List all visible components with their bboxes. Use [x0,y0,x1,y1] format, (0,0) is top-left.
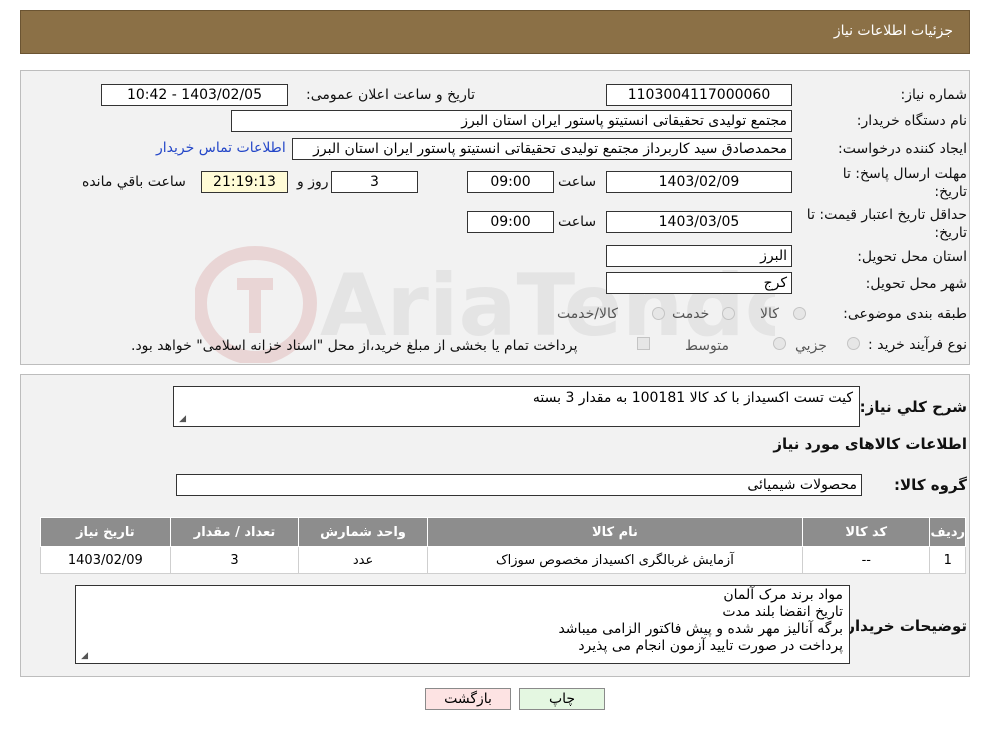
need-number-label: شماره نیاز: [900,87,968,103]
remaining-label: ساعت باقي مانده [82,174,186,190]
items-section-title: اطلاعات کالاهای مورد نياز [773,435,967,453]
creator-label: ایجاد کننده درخواست: [838,141,967,157]
buyer-notes-label: توضیحات خریدار: [840,617,967,635]
creator-field: محمدصادق سید کاربرداز مجتمع تولیدی تحقیق… [292,138,792,160]
col-need-date: تاریخ نیاز [40,517,171,547]
page-header: جزئیات اطلاعات نیاز [20,10,970,54]
group-label: گروه کالا: [894,476,967,494]
page-title: جزئیات اطلاعات نیاز [833,23,953,39]
days-field: 3 [331,171,418,193]
description-text: کیت تست اکسیداز با کد کالا 100181 به مقد… [532,390,853,406]
buyer-notes-field: مواد برند مرک آلمان تاریخ انقضا بلند مدت… [75,585,850,664]
buyer-contact-link[interactable]: اطلاعات تماس خریدار [156,140,286,156]
description-field: کیت تست اکسیداز با کد کالا 100181 به مقد… [173,386,860,427]
province-field: البرز [606,245,792,267]
cell-item-name: آزمایش غربالگری اکسیداز مخصوص سوزاک [426,546,804,574]
deadline-time-label: ساعت [558,174,597,190]
announce-field: 1403/02/05 - 10:42 [101,84,288,106]
validity-time-label: ساعت [558,214,597,230]
items-table: ردیف کد کالا نام کالا واحد شمارش تعداد /… [40,517,966,574]
category-radio-service[interactable] [722,307,735,320]
resize-handle-icon[interactable]: ◢ [78,651,88,661]
process-option-medium: متوسط [685,338,729,354]
col-quantity: تعداد / مقدار [169,517,300,547]
validity-date-field: 1403/03/05 [606,211,792,233]
back-button[interactable]: بازگشت [425,688,511,710]
buyer-note-line: تاریخ انقضا بلند مدت [722,604,843,620]
category-option-goods: کالا [760,306,779,322]
city-field: کرج [606,272,792,294]
category-radio-goods-service[interactable] [652,307,665,320]
col-item-name: نام کالا [426,517,804,547]
validity-time-field: 09:00 [467,211,554,233]
group-field: محصولات شیمیائی [176,474,862,496]
cell-item-code: -- [802,546,931,574]
buyer-org-field: مجتمع تولیدی تحقیقاتی انستیتو پاستور ایر… [231,110,792,132]
need-number-field: 1103004117000060 [606,84,792,106]
process-radio-medium[interactable] [773,337,786,350]
validity-label: حداقل تاریخ اعتبار قیمت: تا تاریخ: [806,207,967,241]
items-table-wrapper: ردیف کد کالا نام کالا واحد شمارش تعداد /… [40,517,966,574]
cell-unit: عدد [298,546,428,574]
buyer-note-line: پرداخت در صورت تایید آزمون انجام می پذیر… [578,638,843,654]
deadline-date-field: 1403/02/09 [606,171,792,193]
process-label: نوع فرآیند خرید : [868,337,967,353]
category-radio-goods[interactable] [793,307,806,320]
deadline-time-field: 09:00 [467,171,554,193]
table-header-row: ردیف کد کالا نام کالا واحد شمارش تعداد /… [40,517,966,547]
remaining-time-field: 21:19:13 [201,171,288,193]
city-label: شهر محل تحویل: [865,276,967,292]
category-option-service: خدمت [672,306,710,322]
province-label: استان محل تحویل: [857,249,967,265]
category-option-goods-service: کالا/خدمت [557,306,618,322]
category-label: طبقه بندی موضوعی: [843,306,967,322]
announce-label: تاریخ و ساعت اعلان عمومی: [306,87,475,103]
buyer-note-line: برگه آنالیز مهر شده و پیش فاکتور الزامی … [558,621,843,637]
cell-quantity: 3 [169,546,300,574]
buyer-org-label: نام دستگاه خریدار: [856,113,967,129]
process-radio-minor[interactable] [847,337,860,350]
process-note: پرداخت تمام یا بخشی از مبلغ خرید،از محل … [131,338,578,354]
col-row-number: ردیف [929,517,966,547]
col-item-code: کد کالا [802,517,931,547]
print-button[interactable]: چاپ [519,688,605,710]
treasury-checkbox[interactable] [637,337,650,350]
description-label: شرح کلي نياز: [859,398,967,416]
col-unit: واحد شمارش [298,517,428,547]
process-option-minor: جزیي [795,338,827,354]
cell-need-date: 1403/02/09 [40,546,171,574]
resize-handle-icon[interactable]: ◢ [176,414,186,424]
buyer-note-line: مواد برند مرک آلمان [723,587,843,603]
table-row: 1 -- آزمایش غربالگری اکسیداز مخصوص سوزاک… [40,546,966,574]
deadline-label: مهلت ارسال پاسخ: تا تاریخ: [842,166,967,200]
days-label: روز و [297,174,329,190]
cell-row-number: 1 [929,546,966,574]
